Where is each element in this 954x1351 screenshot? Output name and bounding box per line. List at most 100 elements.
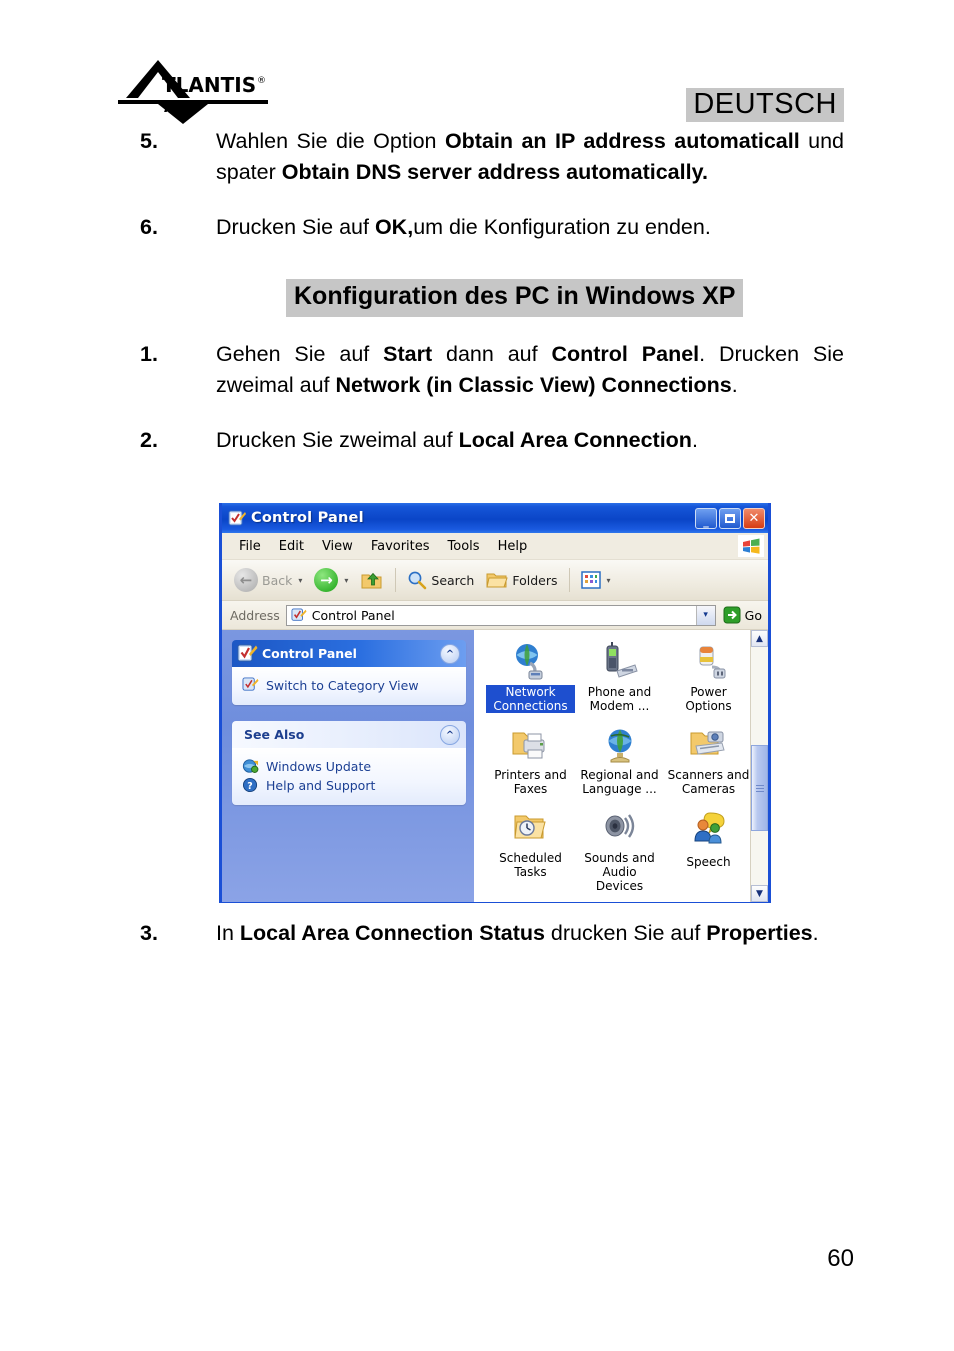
toolbar-separator (568, 568, 570, 592)
menu-item-view[interactable]: View (313, 537, 362, 556)
list-item-text: Drucken Sie auf OK,um die Konfiguration … (216, 215, 711, 239)
go-label: Go (744, 607, 762, 623)
control-panel-item-scanners-and-cameras[interactable]: Scanners and Cameras (664, 722, 753, 797)
control-panel-task-panel: Control Panel ^ Switch to Category View (232, 640, 466, 705)
address-input[interactable]: Control Panel ▾ (285, 604, 716, 626)
item-label: Speech (686, 855, 731, 869)
list-item-number: 2. (140, 427, 158, 452)
chevron-up-icon[interactable]: ^ (440, 644, 460, 664)
minimize-button[interactable]: _ (695, 507, 717, 529)
list-item: 1. Gehen Sie auf Start dann auf Control … (140, 339, 844, 401)
chevron-up-icon: ▲ (756, 633, 763, 644)
list-item[interactable]: ? Help and Support (242, 777, 458, 793)
folders-button[interactable]: Folders (480, 570, 563, 590)
control-panel-item-sounds-and-audio-devices[interactable]: Sounds and Audio Devices (575, 805, 664, 894)
toolbar: ← Back ▾ → ▾ Search Folders ▾ (222, 560, 768, 601)
window-body: Control Panel ^ Switch to Category View (222, 630, 768, 902)
list-item-number: 3. (140, 921, 158, 945)
switch-view-icon (242, 677, 259, 691)
switch-to-category-view-link[interactable]: Switch to Category View (266, 678, 419, 693)
task-panel-header[interactable]: Control Panel ^ (232, 640, 466, 667)
chevron-down-icon: ▾ (606, 575, 611, 585)
section-heading: Konfiguration des PC in Windows XP (286, 279, 744, 317)
chevron-down-icon: ▾ (298, 575, 303, 585)
item-label: Phone and Modem ... (587, 685, 652, 713)
control-panel-items-view: Network Connections Phone and Modem ... … (474, 630, 768, 902)
go-button[interactable]: Go (716, 605, 768, 625)
close-button[interactable]: ✕ (743, 507, 765, 529)
windows-update-link[interactable]: Windows Update (266, 759, 371, 774)
chevron-down-icon: ▾ (344, 575, 349, 585)
see-also-header[interactable]: See Also ^ (232, 721, 466, 748)
address-bar: Address Control Panel ▾ Go (222, 601, 768, 630)
address-dropdown-icon[interactable]: ▾ (695, 605, 715, 625)
minimize-icon: _ (703, 514, 709, 528)
scrollbar-track[interactable] (751, 647, 768, 885)
network-connections-icon (486, 639, 575, 685)
language-tag: DEUTSCH (686, 88, 844, 123)
control-panel-window[interactable]: Control Panel _ ✕ File Edit View Favorit… (219, 503, 771, 903)
menu-item-edit[interactable]: Edit (270, 537, 313, 556)
control-panel-item-regional-and-language[interactable]: Regional and Language ... (575, 722, 664, 797)
menu-item-file[interactable]: File (230, 537, 270, 556)
list-item: 5. Wahlen Sie die Option Obtain an IP ad… (140, 126, 844, 188)
speech-icon (664, 805, 753, 851)
list-item[interactable]: Switch to Category View (242, 677, 458, 693)
list-item-number: 6. (140, 215, 158, 239)
scheduled-tasks-icon (486, 805, 575, 851)
regional-language-icon (575, 722, 664, 768)
control-panel-item-speech[interactable]: Speech (664, 805, 753, 894)
help-and-support-link[interactable]: Help and Support (266, 778, 375, 793)
control-panel-item-scheduled-tasks[interactable]: Scheduled Tasks (486, 805, 575, 894)
forward-button[interactable]: → ▾ (308, 568, 354, 592)
menu-item-favorites[interactable]: Favorites (362, 537, 439, 556)
see-also-body: Windows Update ? Help and Support (232, 748, 466, 805)
page-content: 5. Wahlen Sie die Option Obtain an IP ad… (0, 126, 954, 456)
atlantis-land-logo: TLANTIS ® AND (118, 54, 268, 126)
sounds-audio-icon (575, 805, 664, 851)
windows-flag-icon (738, 535, 764, 557)
control-panel-item-printers-and-faxes[interactable]: Printers and Faxes (486, 722, 575, 797)
svg-text:®: ® (257, 76, 266, 86)
scroll-down-button[interactable]: ▼ (751, 885, 768, 902)
item-label: Network Connections (486, 685, 575, 713)
svg-text:AND: AND (164, 100, 198, 116)
list-item: 6. Drucken Sie auf OK,um die Konfigurati… (140, 212, 844, 243)
views-button[interactable]: ▾ (575, 571, 617, 589)
go-arrow-icon (723, 606, 741, 624)
list-item[interactable]: Windows Update (242, 758, 458, 774)
control-panel-icon (291, 607, 307, 621)
maximize-button[interactable] (719, 507, 741, 529)
forward-arrow-icon: → (314, 568, 339, 592)
scrollbar-thumb[interactable] (751, 745, 768, 831)
power-options-icon (664, 639, 753, 685)
control-panel-item-power-options[interactable]: Power Options (664, 639, 753, 714)
task-panel-body: Switch to Category View (232, 667, 466, 705)
list-item-text: In Local Area Connection Status drucken … (216, 921, 819, 945)
maximize-icon (725, 513, 735, 523)
search-button[interactable]: Search (401, 570, 480, 590)
vertical-scrollbar[interactable]: ▲ ▼ (750, 630, 768, 902)
list-item-text: Drucken Sie zweimal auf Local Area Conne… (216, 427, 698, 452)
chevron-up-icon[interactable]: ^ (440, 725, 460, 745)
task-pane: Control Panel ^ Switch to Category View (222, 630, 474, 902)
control-panel-icon (237, 643, 258, 664)
back-label: Back (262, 572, 293, 588)
item-label: Regional and Language ... (580, 768, 659, 796)
see-also-panel: See Also ^ Windows Update ? Help and Sup… (232, 721, 466, 805)
window-titlebar: Control Panel _ ✕ (222, 503, 768, 533)
menu-item-help[interactable]: Help (489, 537, 537, 556)
close-icon: ✕ (748, 510, 760, 526)
item-label: Scanners and Cameras (667, 768, 750, 796)
help-support-icon: ? (242, 777, 258, 793)
scroll-up-button[interactable]: ▲ (751, 630, 768, 647)
up-button[interactable] (354, 569, 390, 591)
svg-text:TLANTIS: TLANTIS (162, 73, 256, 97)
menu-item-tools[interactable]: Tools (439, 537, 489, 556)
phone-modem-icon (575, 639, 664, 685)
control-panel-item-network-connections[interactable]: Network Connections (486, 639, 575, 714)
item-label: Scheduled Tasks (499, 851, 562, 879)
control-panel-item-phone-and-modem[interactable]: Phone and Modem ... (575, 639, 664, 714)
back-button[interactable]: ← Back ▾ (228, 568, 308, 592)
window-title: Control Panel (251, 510, 364, 526)
